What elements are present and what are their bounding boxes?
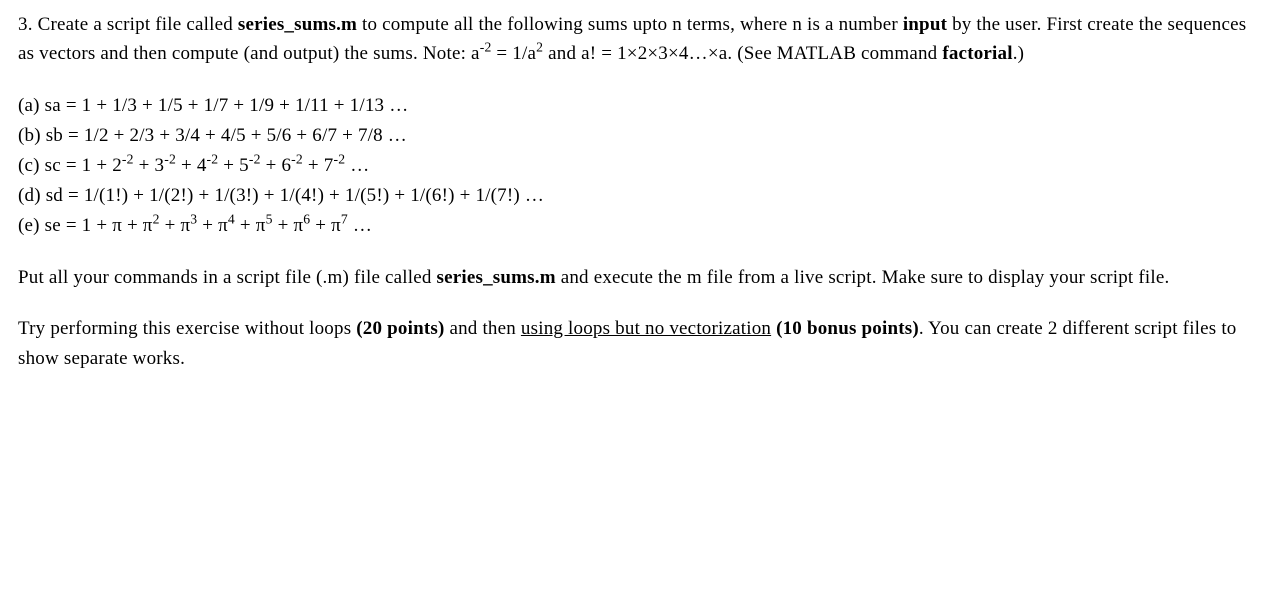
underline-text: using loops but no vectorization <box>521 318 771 339</box>
text: and execute the m file from a live scrip… <box>556 267 1170 288</box>
text: + π <box>235 215 266 236</box>
text: + π <box>160 215 191 236</box>
instruction-paragraph: Put all your commands in a script file (… <box>18 263 1263 292</box>
text: … <box>345 155 369 176</box>
sup: -2 <box>333 152 345 167</box>
sup: 4 <box>228 212 235 227</box>
sup: -2 <box>291 152 303 167</box>
text: + 4 <box>176 155 207 176</box>
series-a: (a) sa = 1 + 1/3 + 1/5 + 1/7 + 1/9 + 1/1… <box>18 91 1263 121</box>
text: + 3 <box>134 155 165 176</box>
text: + π <box>310 215 341 236</box>
series-e: (e) se = 1 + π + π2 + π3 + π4 + π5 + π6 … <box>18 211 1263 241</box>
factorial-word: factorial <box>942 43 1012 64</box>
text: Try performing this exercise without loo… <box>18 318 356 339</box>
text: Put all your commands in a script file (… <box>18 267 437 288</box>
sup: -2 <box>480 40 492 55</box>
sup: -2 <box>249 152 261 167</box>
sup: -2 <box>207 152 219 167</box>
text: (e) se = 1 + π + π <box>18 215 153 236</box>
text: + π <box>197 215 228 236</box>
sup: 7 <box>341 212 348 227</box>
text: + 5 <box>218 155 249 176</box>
sup: -2 <box>164 152 176 167</box>
filename: series_sums.m <box>238 14 357 35</box>
text: 3. Create a script file called <box>18 14 238 35</box>
text: + 6 <box>261 155 292 176</box>
series-c: (c) sc = 1 + 2-2 + 3-2 + 4-2 + 5-2 + 6-2… <box>18 151 1263 181</box>
text: .) <box>1013 43 1024 64</box>
points-10: (10 bonus points) <box>776 318 919 339</box>
sup: -2 <box>122 152 134 167</box>
text: to compute all the following sums upto n… <box>357 14 903 35</box>
text: (c) sc = 1 + 2 <box>18 155 122 176</box>
bonus-paragraph: Try performing this exercise without loo… <box>18 314 1263 373</box>
text: + π <box>273 215 304 236</box>
text: and a! = 1×2×3×4…×a. (See MATLAB command <box>543 43 942 64</box>
filename: series_sums.m <box>437 267 556 288</box>
sup: 5 <box>266 212 273 227</box>
input-word: input <box>903 14 947 35</box>
sup: 2 <box>153 212 160 227</box>
points-20: (20 points) <box>356 318 444 339</box>
text: = 1/a <box>491 43 536 64</box>
series-b: (b) sb = 1/2 + 2/3 + 3/4 + 4/5 + 5/6 + 6… <box>18 121 1263 151</box>
series-d: (d) sd = 1/(1!) + 1/(2!) + 1/(3!) + 1/(4… <box>18 181 1263 211</box>
text: + 7 <box>303 155 334 176</box>
series-list: (a) sa = 1 + 1/3 + 1/5 + 1/7 + 1/9 + 1/1… <box>18 91 1263 241</box>
text: … <box>348 215 372 236</box>
text: and then <box>445 318 521 339</box>
intro-paragraph: 3. Create a script file called series_su… <box>18 10 1263 69</box>
